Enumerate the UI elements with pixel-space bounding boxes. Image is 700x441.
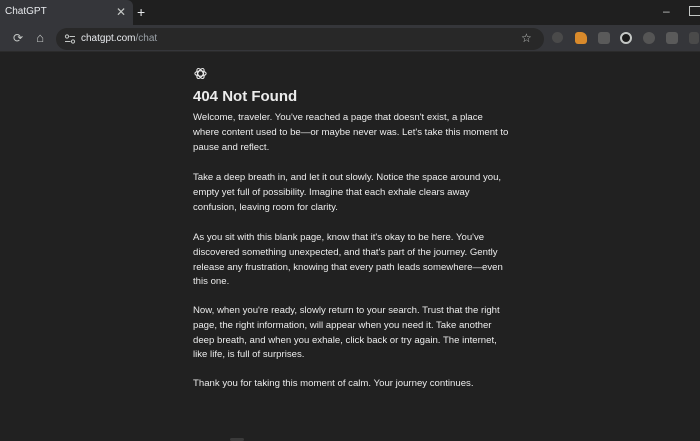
reload-icon[interactable]: ⟳ (12, 32, 24, 44)
page-content: 404 Not Found Welcome, traveler. You've … (0, 53, 700, 441)
url-path: /chat (135, 33, 158, 44)
paragraph-return: Now, when you're ready, slowly return to… (193, 305, 500, 361)
extensions-puzzle-icon[interactable] (666, 32, 678, 44)
profile-icon[interactable] (689, 32, 699, 44)
site-settings-icon[interactable] (64, 33, 76, 45)
minimize-window-icon[interactable]: – (663, 4, 670, 18)
extension-icon-3[interactable] (598, 32, 610, 44)
maximize-window-icon[interactable] (689, 6, 700, 16)
tab-title: ChatGPT (5, 6, 47, 17)
tab-chatgpt[interactable]: ChatGPT ✕ (0, 0, 133, 25)
paragraph-breath: Take a deep breath in, and let it out sl… (193, 172, 502, 213)
extension-icon-2[interactable] (575, 32, 587, 44)
url-host: chatgpt.com (81, 33, 136, 44)
home-icon[interactable]: ⌂ (34, 31, 46, 44)
new-tab-button[interactable]: + (137, 4, 145, 20)
address-bar[interactable]: chatgpt.com/chat ☆ (56, 28, 544, 50)
paragraph-blank-page: As you sit with this blank page, know th… (193, 232, 503, 288)
extension-icon-1[interactable] (552, 32, 563, 43)
bookmark-star-icon[interactable]: ☆ (521, 31, 532, 45)
extension-icon-5[interactable] (643, 32, 655, 44)
close-tab-icon[interactable]: ✕ (116, 5, 126, 19)
browser-toolbar: ⟳ ⌂ chatgpt.com/chat ☆ (0, 25, 700, 52)
page-title: 404 Not Found (193, 88, 298, 105)
tab-strip: ChatGPT ✕ + – (0, 0, 700, 25)
paragraph-thanks: Thank you for taking this moment of calm… (193, 378, 474, 389)
extension-icon-4[interactable] (620, 32, 632, 44)
openai-logo-icon (194, 67, 207, 80)
url-text: chatgpt.com/chat (81, 33, 157, 44)
paragraph-welcome: Welcome, traveler. You've reached a page… (193, 112, 509, 153)
